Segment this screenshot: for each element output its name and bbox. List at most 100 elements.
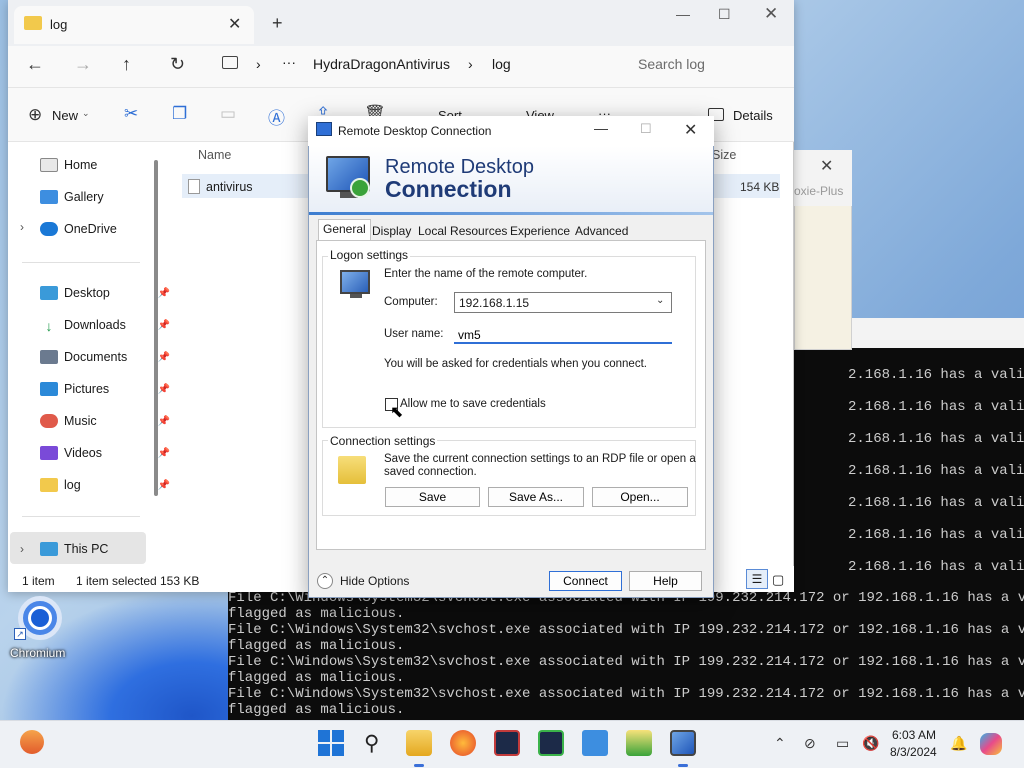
sidebar-scrollbar[interactable] (154, 160, 158, 496)
computer-icon (340, 270, 370, 294)
chevron-right-icon[interactable]: › (20, 220, 24, 234)
copilot-icon[interactable] (980, 733, 1002, 755)
tab-title: log (50, 17, 68, 32)
open-button[interactable]: Open... (592, 487, 688, 507)
app-icon-leftmost[interactable] (20, 730, 44, 754)
hide-options-button[interactable]: Hide Options (340, 574, 409, 588)
tiles-view-icon[interactable]: ▢ (772, 572, 784, 588)
breadcrumb-more[interactable]: ··· (282, 54, 296, 70)
firefox-icon[interactable] (450, 730, 476, 756)
remote-desktop-icon[interactable] (670, 730, 696, 756)
sidebar-item-thispc[interactable]: This PC (40, 534, 170, 564)
sidebar-item-log[interactable]: log 📌 (40, 470, 170, 500)
file-name: antivirus (206, 180, 253, 194)
new-icon[interactable]: ⊕ (28, 105, 42, 125)
close-icon[interactable]: ✕ (820, 156, 833, 176)
paste-icon[interactable]: ▭ (220, 104, 236, 124)
status-size: 153 KB (160, 574, 200, 588)
computer-combobox[interactable]: 192.168.1.15 (454, 292, 672, 313)
chevron-up-icon[interactable]: ⌃ (317, 573, 333, 589)
up-icon[interactable]: ↑ (122, 54, 131, 75)
minimize-icon[interactable]: — (594, 120, 608, 136)
tab-experience[interactable]: Experience (506, 222, 574, 240)
search-input[interactable]: Search log (638, 56, 705, 72)
antivirus-icon[interactable] (494, 730, 520, 756)
videos-icon (40, 446, 58, 460)
active-indicator (678, 764, 688, 767)
pin-icon[interactable]: 📌 (158, 480, 170, 491)
rdp-title: Remote Desktop Connection (338, 124, 492, 138)
close-icon[interactable]: ✕ (764, 4, 778, 24)
chevron-down-icon[interactable]: ⌄ (656, 295, 664, 306)
start-tile (332, 730, 344, 742)
network-off-icon[interactable]: ⊘ (804, 735, 816, 752)
sidebar-item-videos[interactable]: Videos 📌 (40, 438, 170, 468)
console-line: 2.168.1.16 has a valid (848, 559, 1024, 572)
pin-icon[interactable]: 📌 (158, 416, 170, 427)
save-credentials-label[interactable]: Allow me to save credentials (400, 398, 546, 410)
display-icon[interactable]: ▭ (836, 735, 849, 752)
console-titlebar[interactable] (850, 318, 1024, 348)
sidebar-item-onedrive[interactable]: OneDrive (40, 214, 170, 244)
column-header-size[interactable]: Size (712, 148, 736, 162)
user-name-field[interactable] (454, 324, 672, 344)
pin-icon[interactable]: 📌 (158, 448, 170, 459)
notification-bell-icon[interactable]: 🔔 (950, 735, 967, 752)
clock-time[interactable]: 6:03 AM (892, 728, 936, 742)
pin-icon[interactable]: 📌 (158, 352, 170, 363)
new-button[interactable]: New (52, 108, 78, 123)
pin-icon[interactable]: 📌 (158, 288, 170, 299)
refresh-icon[interactable]: ↻ (170, 54, 185, 75)
tab-advanced[interactable]: Advanced (571, 222, 632, 240)
details-view-icon[interactable]: ☰ (746, 569, 768, 589)
notepad-icon[interactable] (582, 730, 608, 756)
sidebar-item-downloads[interactable]: ↓ Downloads 📌 (40, 310, 171, 340)
windows-start-icon[interactable] (318, 730, 344, 756)
group-label: Connection settings (328, 434, 438, 448)
sidebar-item-gallery[interactable]: Gallery (40, 182, 170, 212)
cut-icon[interactable]: ✂ (124, 104, 138, 124)
close-tab-icon[interactable]: ✕ (228, 14, 241, 34)
connect-button[interactable]: Connect (549, 571, 622, 591)
details-button[interactable]: Details (733, 108, 773, 123)
chevron-up-icon[interactable]: ⌃ (774, 735, 786, 752)
copy-icon[interactable]: ❐ (172, 104, 187, 124)
sidebar-item-music[interactable]: Music 📌 (40, 406, 170, 436)
rename-icon[interactable]: Ⓐ (268, 104, 285, 129)
file-explorer-icon[interactable] (406, 730, 432, 756)
clock-date[interactable]: 8/3/2024 (890, 745, 937, 759)
pin-icon[interactable]: 📌 (158, 320, 170, 331)
new-tab-icon[interactable]: + (272, 13, 283, 34)
sidebar-item-desktop[interactable]: Desktop 📌 (40, 278, 170, 308)
save-as-button[interactable]: Save As... (488, 487, 584, 507)
sidebar-item-home[interactable]: Home (40, 150, 170, 180)
breadcrumb-item[interactable]: log (492, 56, 511, 72)
help-button[interactable]: Help (629, 571, 702, 591)
save-button[interactable]: Save (385, 487, 480, 507)
back-icon[interactable]: ← (26, 54, 44, 75)
close-icon[interactable]: ✕ (684, 120, 697, 140)
volume-mute-icon[interactable]: 🔇 (862, 735, 879, 752)
column-header-name[interactable]: Name (198, 148, 231, 162)
tab-display[interactable]: Display (368, 222, 415, 240)
network-tool-icon[interactable] (626, 730, 652, 756)
pc-icon (40, 542, 58, 556)
sidebar-item-documents[interactable]: Documents 📌 (40, 342, 170, 372)
console-line: File C:\Windows\System32\svchost.exe ass… (228, 622, 1024, 638)
background-window-text: oxie-Plus (794, 184, 844, 198)
tab-general[interactable]: General (318, 219, 371, 240)
breadcrumb-item[interactable]: HydraDragonAntivirus (313, 56, 450, 72)
banner-strip (309, 212, 713, 215)
forward-icon[interactable]: → (74, 54, 92, 75)
monitor-icon[interactable] (222, 56, 238, 69)
pin-icon[interactable]: 📌 (158, 384, 170, 395)
minimize-icon[interactable]: — (676, 6, 690, 22)
antivirus-alt-icon[interactable] (538, 730, 564, 756)
chevron-down-icon[interactable]: ⌄ (82, 108, 90, 119)
tab-local-resources[interactable]: Local Resources (414, 222, 511, 240)
sidebar-item-pictures[interactable]: Pictures 📌 (40, 374, 170, 404)
sidebar-item-label: This PC (64, 542, 109, 556)
search-icon[interactable]: ⚲ (364, 731, 379, 756)
maximize-icon[interactable]: ☐ (718, 6, 731, 23)
chevron-right-icon[interactable]: › (20, 542, 24, 556)
